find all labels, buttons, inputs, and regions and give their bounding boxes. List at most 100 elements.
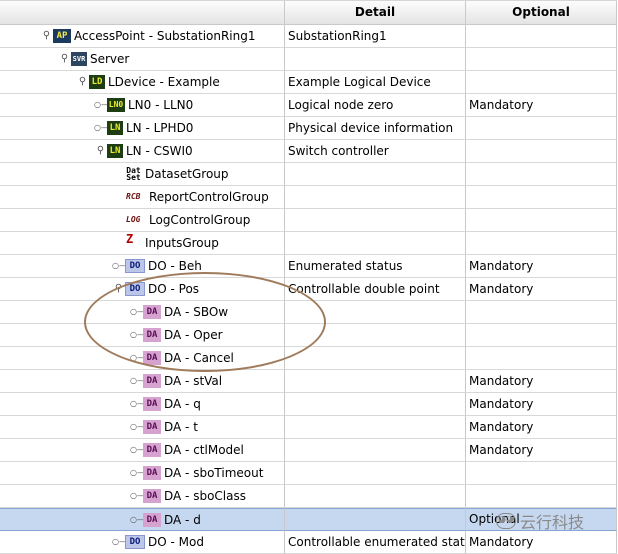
tree-node-cell[interactable]: ○— DA DA - SBOw: [0, 301, 285, 324]
optional-cell: [466, 117, 617, 140]
expand-pin-icon[interactable]: ⚲: [40, 25, 53, 47]
tree-node-label: LogControlGroup: [149, 213, 251, 227]
table-row[interactable]: ○— DO DO - Beh Enumerated status Mandatory: [0, 255, 617, 278]
table-row[interactable]: ⚲ SVR Server: [0, 48, 617, 71]
expand-pin-icon[interactable]: ⚲: [58, 48, 71, 70]
table-row[interactable]: ○— LN0 LN0 - LLN0 Logical node zero Mandator…: [0, 94, 617, 117]
table-row[interactable]: ○— DA DA - SBOw: [0, 301, 617, 324]
table-row[interactable]: ○— DA DA - Oper: [0, 324, 617, 347]
column-header-detail[interactable]: Detail: [285, 1, 466, 24]
tree-node-label: DA - q: [164, 397, 201, 411]
detail-cell: [285, 508, 466, 531]
tree-node-label: LDevice - Example: [108, 75, 220, 89]
table-row[interactable]: ○— DA DA - sboClass: [0, 485, 617, 508]
tree-node-label: AccessPoint - SubstationRing1: [74, 29, 256, 43]
tree-node-cell[interactable]: LOG LogControlGroup: [0, 209, 285, 232]
table-row[interactable]: ○— LN LN - LPHD0 Physical device informatio…: [0, 117, 617, 140]
tree-node-label: DA - SBOw: [164, 305, 229, 319]
optional-cell: Mandatory: [466, 94, 617, 117]
data-attribute-icon: DA: [143, 420, 161, 434]
column-header-name[interactable]: [0, 1, 285, 24]
tree-node-cell[interactable]: Dat Set DatasetGroup: [0, 163, 285, 186]
tree-node-cell[interactable]: ○— DA DA - sboTimeout: [0, 462, 285, 485]
table-row[interactable]: ○— DA DA - sboTimeout: [0, 462, 617, 485]
table-row[interactable]: ⚲ LD LDevice - Example Example Logical Devi…: [0, 71, 617, 94]
tree-node-cell[interactable]: ○— DA DA - q: [0, 393, 285, 416]
detail-cell: [285, 485, 466, 508]
tree-connector-icon: ○—: [130, 353, 145, 362]
expand-pin-icon[interactable]: ⚲: [94, 140, 107, 162]
data-object-icon: DO: [125, 259, 145, 273]
tree-node-cell[interactable]: ⚲ AP AccessPoint - SubstationRing1: [0, 25, 285, 48]
detail-cell: Physical device information: [285, 117, 466, 140]
tree-node-cell[interactable]: ⚲ SVR Server: [0, 48, 285, 71]
tree-node-cell[interactable]: ○— DA DA - Oper: [0, 324, 285, 347]
tree-node-cell[interactable]: ○— DA DA - ctlModel: [0, 439, 285, 462]
detail-cell: [285, 186, 466, 209]
table-row[interactable]: ⚲ LN LN - CSWI0 Switch controller: [0, 140, 617, 163]
table-row[interactable]: Dat Set DatasetGroup: [0, 163, 617, 186]
tree-node-label: DO - Pos: [148, 282, 200, 296]
watermark-text: 云行科技: [520, 513, 585, 532]
tree-node-label: DA - t: [164, 420, 198, 434]
detail-cell: Controllable double point: [285, 278, 466, 301]
tree-node-cell[interactable]: RCB ReportControlGroup: [0, 186, 285, 209]
tree-connector-icon: ○—: [112, 537, 127, 546]
detail-cell: Example Logical Device: [285, 71, 466, 94]
expand-pin-icon[interactable]: ⚲: [76, 71, 89, 93]
tree-node-cell[interactable]: ○— DA DA - stVal: [0, 370, 285, 393]
table-row[interactable]: ○— DA DA - ctlModel Mandatory: [0, 439, 617, 462]
optional-cell: [466, 485, 617, 508]
tree-node-cell[interactable]: ○— DA DA - t: [0, 416, 285, 439]
detail-cell: [285, 232, 466, 255]
table-row[interactable]: ○— DA DA - q Mandatory: [0, 393, 617, 416]
table-row[interactable]: ○— DA DA - Cancel: [0, 347, 617, 370]
table-row[interactable]: InputsGroup: [0, 232, 617, 255]
data-attribute-icon: DA: [143, 489, 161, 503]
data-attribute-icon: DA: [143, 374, 161, 388]
tree-node-cell[interactable]: InputsGroup: [0, 232, 285, 255]
tree-node-cell[interactable]: ○— LN0 LN0 - LLN0: [0, 94, 285, 117]
tree-node-label: DA - d: [164, 512, 201, 527]
data-attribute-icon: DA: [143, 328, 161, 342]
data-attribute-icon: DA: [143, 305, 161, 319]
table-row[interactable]: RCB ReportControlGroup: [0, 186, 617, 209]
tree-node-label: DA - ctlModel: [164, 443, 244, 457]
optional-cell: [466, 186, 617, 209]
server-icon: SVR: [71, 52, 87, 66]
expand-pin-icon[interactable]: ⚲: [112, 278, 125, 300]
optional-cell: Mandatory: [466, 370, 617, 393]
table-row[interactable]: ○— DA DA - stVal Mandatory: [0, 370, 617, 393]
tree-node-label: DatasetGroup: [145, 167, 229, 181]
tree-node-cell[interactable]: ⚲ DO DO - Pos: [0, 278, 285, 301]
optional-cell: [466, 301, 617, 324]
tree-node-label: ReportControlGroup: [149, 190, 269, 204]
table-row[interactable]: ⚲ AP AccessPoint - SubstationRing1 Substati…: [0, 25, 617, 48]
table-row[interactable]: LOG LogControlGroup: [0, 209, 617, 232]
tree-connector-icon: ○—: [94, 123, 109, 132]
tree-node-cell[interactable]: ○— DA DA - sboClass: [0, 485, 285, 508]
tree-node-cell[interactable]: ⚲ LN LN - CSWI0: [0, 140, 285, 163]
tree-node-label: DO - Mod: [148, 535, 204, 549]
detail-cell: [285, 393, 466, 416]
tree-connector-icon: ○—: [112, 261, 127, 270]
table-row[interactable]: ⚲ DO DO - Pos Controllable double point Mand…: [0, 278, 617, 301]
detail-cell: [285, 48, 466, 71]
tree-node-cell[interactable]: ○— DA DA - d: [0, 508, 285, 531]
optional-cell: [466, 71, 617, 94]
optional-cell: Mandatory: [466, 393, 617, 416]
detail-cell: [285, 163, 466, 186]
column-header-optional[interactable]: Optional: [466, 1, 617, 24]
tree-node-label: DA - stVal: [164, 374, 223, 388]
data-attribute-icon: DA: [143, 397, 161, 411]
tree-node-label: InputsGroup: [145, 236, 219, 250]
tree-node-cell[interactable]: ○— DA DA - Cancel: [0, 347, 285, 370]
table-header: Detail Optional: [0, 0, 617, 25]
tree-connector-icon: ○—: [130, 399, 145, 408]
tree-node-cell[interactable]: ○— DO DO - Beh: [0, 255, 285, 278]
tree-node-cell[interactable]: ⚲ LD LDevice - Example: [0, 71, 285, 94]
table-row[interactable]: ○— DA DA - t Mandatory: [0, 416, 617, 439]
tree-node-label: Server: [90, 52, 130, 66]
tree-node-cell[interactable]: ○— LN LN - LPHD0: [0, 117, 285, 140]
optional-cell: [466, 462, 617, 485]
